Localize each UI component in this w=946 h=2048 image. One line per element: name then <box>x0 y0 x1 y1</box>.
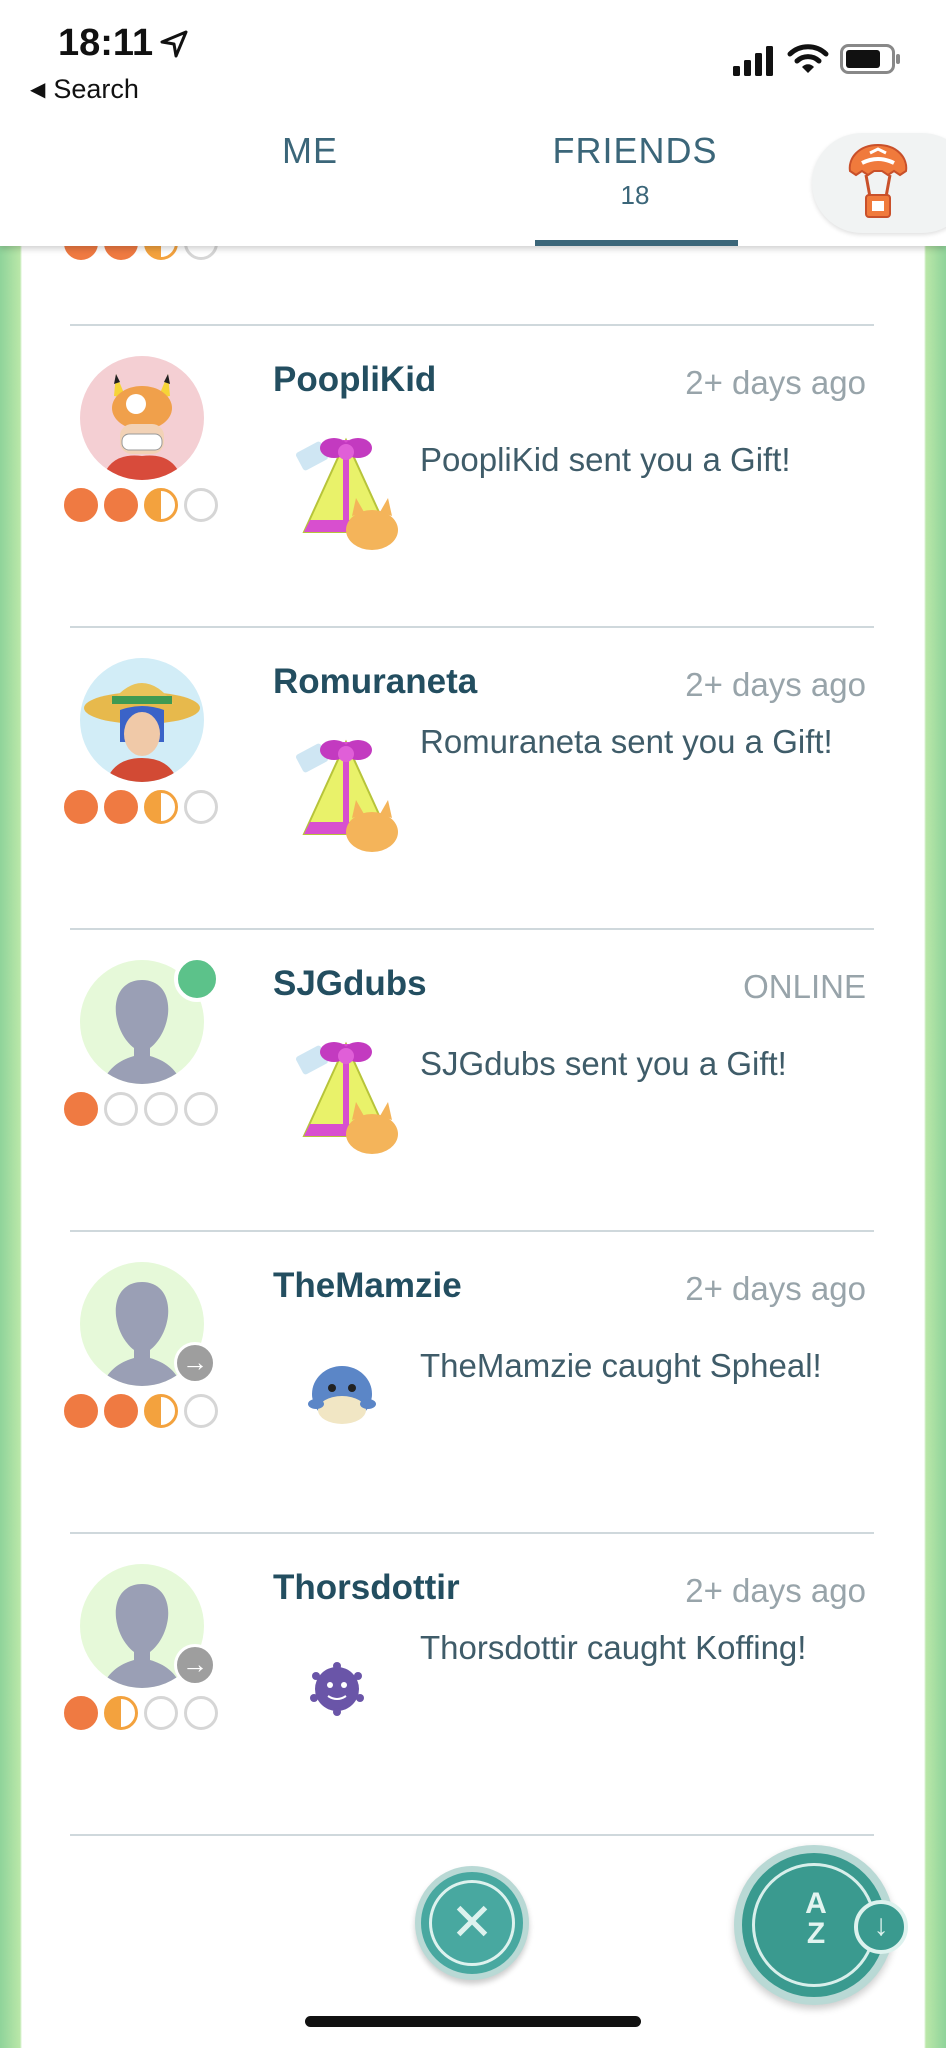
back-label: Search <box>53 74 139 104</box>
heart-full-icon <box>64 1696 98 1730</box>
team-rocket-balloon-button[interactable] <box>812 133 946 233</box>
friend-row-3[interactable]: SJGdubs ONLINE SJGdubs sent you a Gift! <box>22 930 924 1230</box>
heart-full-icon <box>104 1394 138 1428</box>
friend-row-5[interactable]: → Thorsdottir 2+ days ago Thorsdottir ca… <box>22 1534 924 1834</box>
friendship-hearts <box>64 488 224 524</box>
friendship-hearts <box>64 1696 224 1732</box>
friends-count: 18 <box>620 180 650 210</box>
partial-hearts <box>64 246 224 262</box>
friendship-hearts <box>64 1394 224 1430</box>
trainer-avatar <box>80 658 204 782</box>
status-time: 18:11 <box>58 22 154 64</box>
friendship-hearts <box>64 790 224 826</box>
heart-empty-icon <box>184 790 218 824</box>
heart-empty-icon <box>184 488 218 522</box>
spheal-icon <box>308 1366 376 1424</box>
back-to-search-link[interactable]: ◀ Search <box>30 74 139 105</box>
last-seen: 2+ days ago <box>685 666 866 703</box>
home-indicator <box>305 2016 641 2027</box>
heart-empty-icon <box>104 1092 138 1126</box>
heart-full-icon <box>104 488 138 522</box>
heart-full-icon <box>64 790 98 824</box>
activity-message: Thorsdottir caught Koffing! <box>420 1629 807 1666</box>
last-seen: 2+ days ago <box>685 364 866 401</box>
pikachu-hat-trainer-icon <box>102 374 182 480</box>
sort-az-icon: A Z <box>786 1889 846 1949</box>
activity-message: TheMamzie caught Spheal! <box>420 1347 822 1384</box>
heart-full-icon <box>64 246 98 260</box>
friend-row-4[interactable]: → TheMamzie 2+ days ago TheMamzie caught… <box>22 1232 924 1532</box>
heart-full-icon <box>104 246 138 260</box>
friendship-hearts <box>64 1092 224 1128</box>
last-seen: 2+ days ago <box>685 1270 866 1307</box>
heart-half-icon <box>144 1394 178 1428</box>
tab-me[interactable]: ME <box>250 130 370 172</box>
trainer-avatar <box>80 356 204 480</box>
friend-row-1[interactable]: PoopliKid 2+ days ago PoopliKid sent you… <box>22 326 924 626</box>
heart-half-icon <box>144 246 178 260</box>
sun-hat-trainer-icon <box>84 683 200 782</box>
friend-name: Thorsdottir <box>273 1568 460 1607</box>
wifi-icon <box>787 44 829 73</box>
sort-label-z: Z <box>806 1917 826 1950</box>
gift-icon <box>296 739 398 852</box>
gift-icon <box>296 437 398 550</box>
sort-label-a: A <box>805 1887 827 1920</box>
heart-half-icon <box>144 790 178 824</box>
heart-half-icon <box>104 1696 138 1730</box>
divider <box>70 1834 874 1836</box>
partial-friend-row <box>22 246 924 286</box>
tab-friends[interactable]: FRIENDS 18 <box>535 130 735 211</box>
friend-name: PoopliKid <box>273 360 437 399</box>
battery-icon <box>840 44 900 74</box>
location-arrow-icon <box>160 30 188 58</box>
heart-full-icon <box>104 790 138 824</box>
cellular-signal-icon <box>733 46 773 76</box>
activity-message: SJGdubs sent you a Gift! <box>420 1045 787 1082</box>
activity-message: Romuraneta sent you a Gift! <box>420 723 833 760</box>
heart-empty-icon <box>144 1092 178 1126</box>
online-status-indicator <box>174 956 220 1002</box>
active-tab-indicator <box>535 240 738 246</box>
heart-empty-icon <box>184 1696 218 1730</box>
arrow-right-icon: → <box>174 1644 216 1686</box>
top-bar: 18:11 ◀ Search ME FRIENDS 18 <box>0 0 946 246</box>
heart-full-icon <box>64 1394 98 1428</box>
back-triangle-icon: ◀ <box>30 79 46 101</box>
tab-me-label: ME <box>282 130 338 171</box>
sort-direction-icon[interactable]: ↓ <box>854 1900 908 1954</box>
friend-name: SJGdubs <box>273 964 427 1003</box>
heart-half-icon <box>144 488 178 522</box>
tab-friends-label: FRIENDS <box>552 130 718 171</box>
heart-full-icon <box>64 1092 98 1126</box>
friend-name: Romuraneta <box>273 662 478 701</box>
heart-empty-icon <box>144 1696 178 1730</box>
close-icon: ✕ <box>429 1880 515 1966</box>
friend-list[interactable]: PoopliKid 2+ days ago PoopliKid sent you… <box>22 246 924 2048</box>
friend-row-2[interactable]: Romuraneta 2+ days ago Romuraneta sent y… <box>22 628 924 928</box>
gift-icon <box>296 1041 398 1154</box>
heart-empty-icon <box>184 1092 218 1126</box>
close-button[interactable]: ✕ <box>415 1866 529 1980</box>
heart-full-icon <box>64 488 98 522</box>
last-seen: 2+ days ago <box>685 1572 866 1609</box>
online-status-label: ONLINE <box>743 968 866 1005</box>
koffing-icon <box>310 1662 364 1716</box>
heart-empty-icon <box>184 1394 218 1428</box>
heart-empty-icon <box>184 246 218 260</box>
arrow-right-icon: → <box>174 1342 216 1384</box>
balloon-icon <box>848 143 908 218</box>
friend-name: TheMamzie <box>273 1266 462 1305</box>
activity-message: PoopliKid sent you a Gift! <box>420 441 791 478</box>
